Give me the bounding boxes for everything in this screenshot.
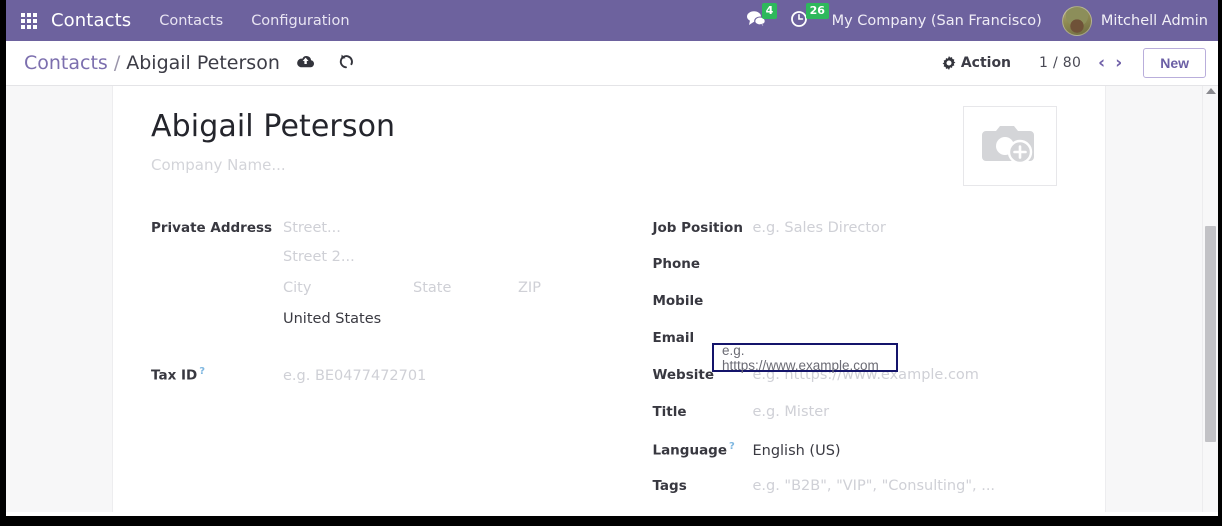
chevron-left-icon[interactable]: ‹ (1093, 53, 1110, 73)
activities-badge: 26 (805, 2, 829, 19)
control-panel-right: Action 1 / 80 ‹ › New (942, 48, 1206, 78)
gear-icon (942, 56, 956, 70)
label-tax-id: Tax ID? (151, 364, 283, 384)
new-button[interactable]: New (1143, 48, 1206, 78)
user-menu[interactable]: Mitchell Admin (1101, 13, 1208, 29)
job-position-input[interactable]: e.g. Sales Director (752, 220, 885, 236)
label-language: Language? (652, 439, 752, 459)
add-photo-icon (982, 121, 1038, 171)
field-tax-id: Tax ID? e.g. BE0477472701 (151, 364, 622, 395)
field-private-address: Private Address Street... (151, 218, 622, 249)
language-help-icon[interactable]: ? (729, 441, 735, 452)
save-button[interactable] (296, 54, 315, 73)
vertical-scrollbar[interactable] (1202, 86, 1218, 512)
title-input[interactable]: e.g. Mister (752, 404, 829, 420)
field-tags: Tags e.g. "B2B", "VIP", "Consulting", ..… (652, 476, 1065, 512)
form-content-area: Abigail Peterson Company Name... Private… (6, 86, 1218, 512)
form-fields-grid: Private Address Street... Street 2... Ci… (151, 218, 1065, 512)
city-input[interactable]: City (283, 280, 413, 296)
label-spacer-country (151, 321, 283, 323)
breadcrumb: Contacts / Abigail Peterson (24, 52, 280, 74)
undo-icon (337, 53, 355, 73)
cloud-upload-icon (296, 54, 315, 73)
contact-image-upload[interactable] (963, 106, 1057, 186)
label-spacer-city (151, 290, 283, 292)
website-field-highlight[interactable]: e.g. htttps://www.example.com (712, 342, 898, 373)
website-highlight-text: e.g. htttps://www.example.com (722, 342, 879, 373)
field-mobile: Mobile (652, 291, 1065, 328)
scroll-up-arrow-icon[interactable] (1206, 88, 1216, 94)
top-navbar: Contacts Contacts Configuration 4 26 My … (6, 0, 1218, 41)
city-state-zip-line: City State ZIP (283, 280, 541, 296)
label-phone: Phone (652, 256, 701, 272)
tags-input[interactable]: e.g. "B2B", "VIP", "Consulting", ... (752, 478, 995, 494)
label-tags: Tags (652, 478, 687, 494)
form-sheet: Abigail Peterson Company Name... Private… (112, 86, 1106, 512)
company-switcher[interactable]: My Company (San Francisco) (832, 13, 1042, 29)
state-input[interactable]: State (413, 280, 518, 296)
field-country: United States (151, 311, 622, 342)
street2-input[interactable]: Street 2... (283, 249, 355, 265)
menu-item-configuration[interactable]: Configuration (251, 13, 349, 29)
form-column-left: Private Address Street... Street 2... Ci… (151, 218, 622, 512)
discard-button[interactable] (337, 53, 355, 73)
messages-badge: 4 (761, 3, 778, 19)
scrollbar-thumb[interactable] (1205, 226, 1216, 442)
breadcrumb-separator: / (113, 52, 121, 74)
title-block: Abigail Peterson Company Name... (151, 110, 963, 174)
field-phone: Phone (652, 254, 1065, 291)
form-header: Abigail Peterson Company Name... (151, 106, 1065, 186)
messages-menu[interactable]: 4 (746, 3, 778, 31)
country-input[interactable]: United States (283, 311, 381, 327)
field-city-state-zip: City State ZIP (151, 280, 622, 311)
zip-input[interactable]: ZIP (518, 280, 541, 296)
street-input[interactable]: Street... (283, 220, 341, 236)
label-private-address: Private Address (151, 220, 273, 236)
control-panel: Contacts / Abigail Peterson Action 1 / 8… (6, 41, 1218, 86)
app-brand-contacts[interactable]: Contacts (51, 10, 131, 31)
navbar-right-cluster: 4 26 My Company (San Francisco) Mitchell… (746, 2, 1218, 36)
apps-grid-icon[interactable] (21, 12, 37, 29)
page-title[interactable]: Abigail Peterson (151, 110, 963, 144)
label-tax-id-text: Tax ID (151, 367, 198, 384)
label-title: Title (652, 404, 687, 420)
action-menu-button[interactable]: Action (942, 55, 1011, 71)
company-name-input[interactable]: Company Name... (151, 156, 963, 174)
action-label: Action (960, 55, 1012, 71)
tax-id-input[interactable]: e.g. BE0477472701 (283, 368, 426, 384)
app-window: Contacts Contacts Configuration 4 26 My … (0, 0, 1222, 526)
tax-id-help-icon[interactable]: ? (199, 366, 205, 377)
label-language-text: Language (652, 442, 727, 459)
record-pager[interactable]: 1 / 80 (1039, 55, 1081, 71)
language-select[interactable]: English (US) (752, 443, 840, 459)
avatar[interactable] (1061, 5, 1092, 36)
activities-menu[interactable]: 26 (790, 2, 829, 32)
field-language: Language? English (US) (652, 439, 1065, 476)
breadcrumb-current-record: Abigail Peterson (126, 52, 280, 74)
breadcrumb-root-contacts[interactable]: Contacts (24, 52, 108, 74)
field-title: Title e.g. Mister (652, 402, 1065, 439)
field-street2: Street 2... (151, 249, 622, 280)
field-job-position: Job Position e.g. Sales Director (652, 218, 1065, 254)
clock-icon (790, 10, 808, 32)
label-job-position: Job Position (652, 220, 743, 236)
label-mobile: Mobile (652, 293, 704, 309)
chevron-right-icon[interactable]: › (1110, 53, 1127, 73)
menu-item-contacts[interactable]: Contacts (159, 13, 223, 29)
label-spacer-street2 (151, 259, 283, 261)
